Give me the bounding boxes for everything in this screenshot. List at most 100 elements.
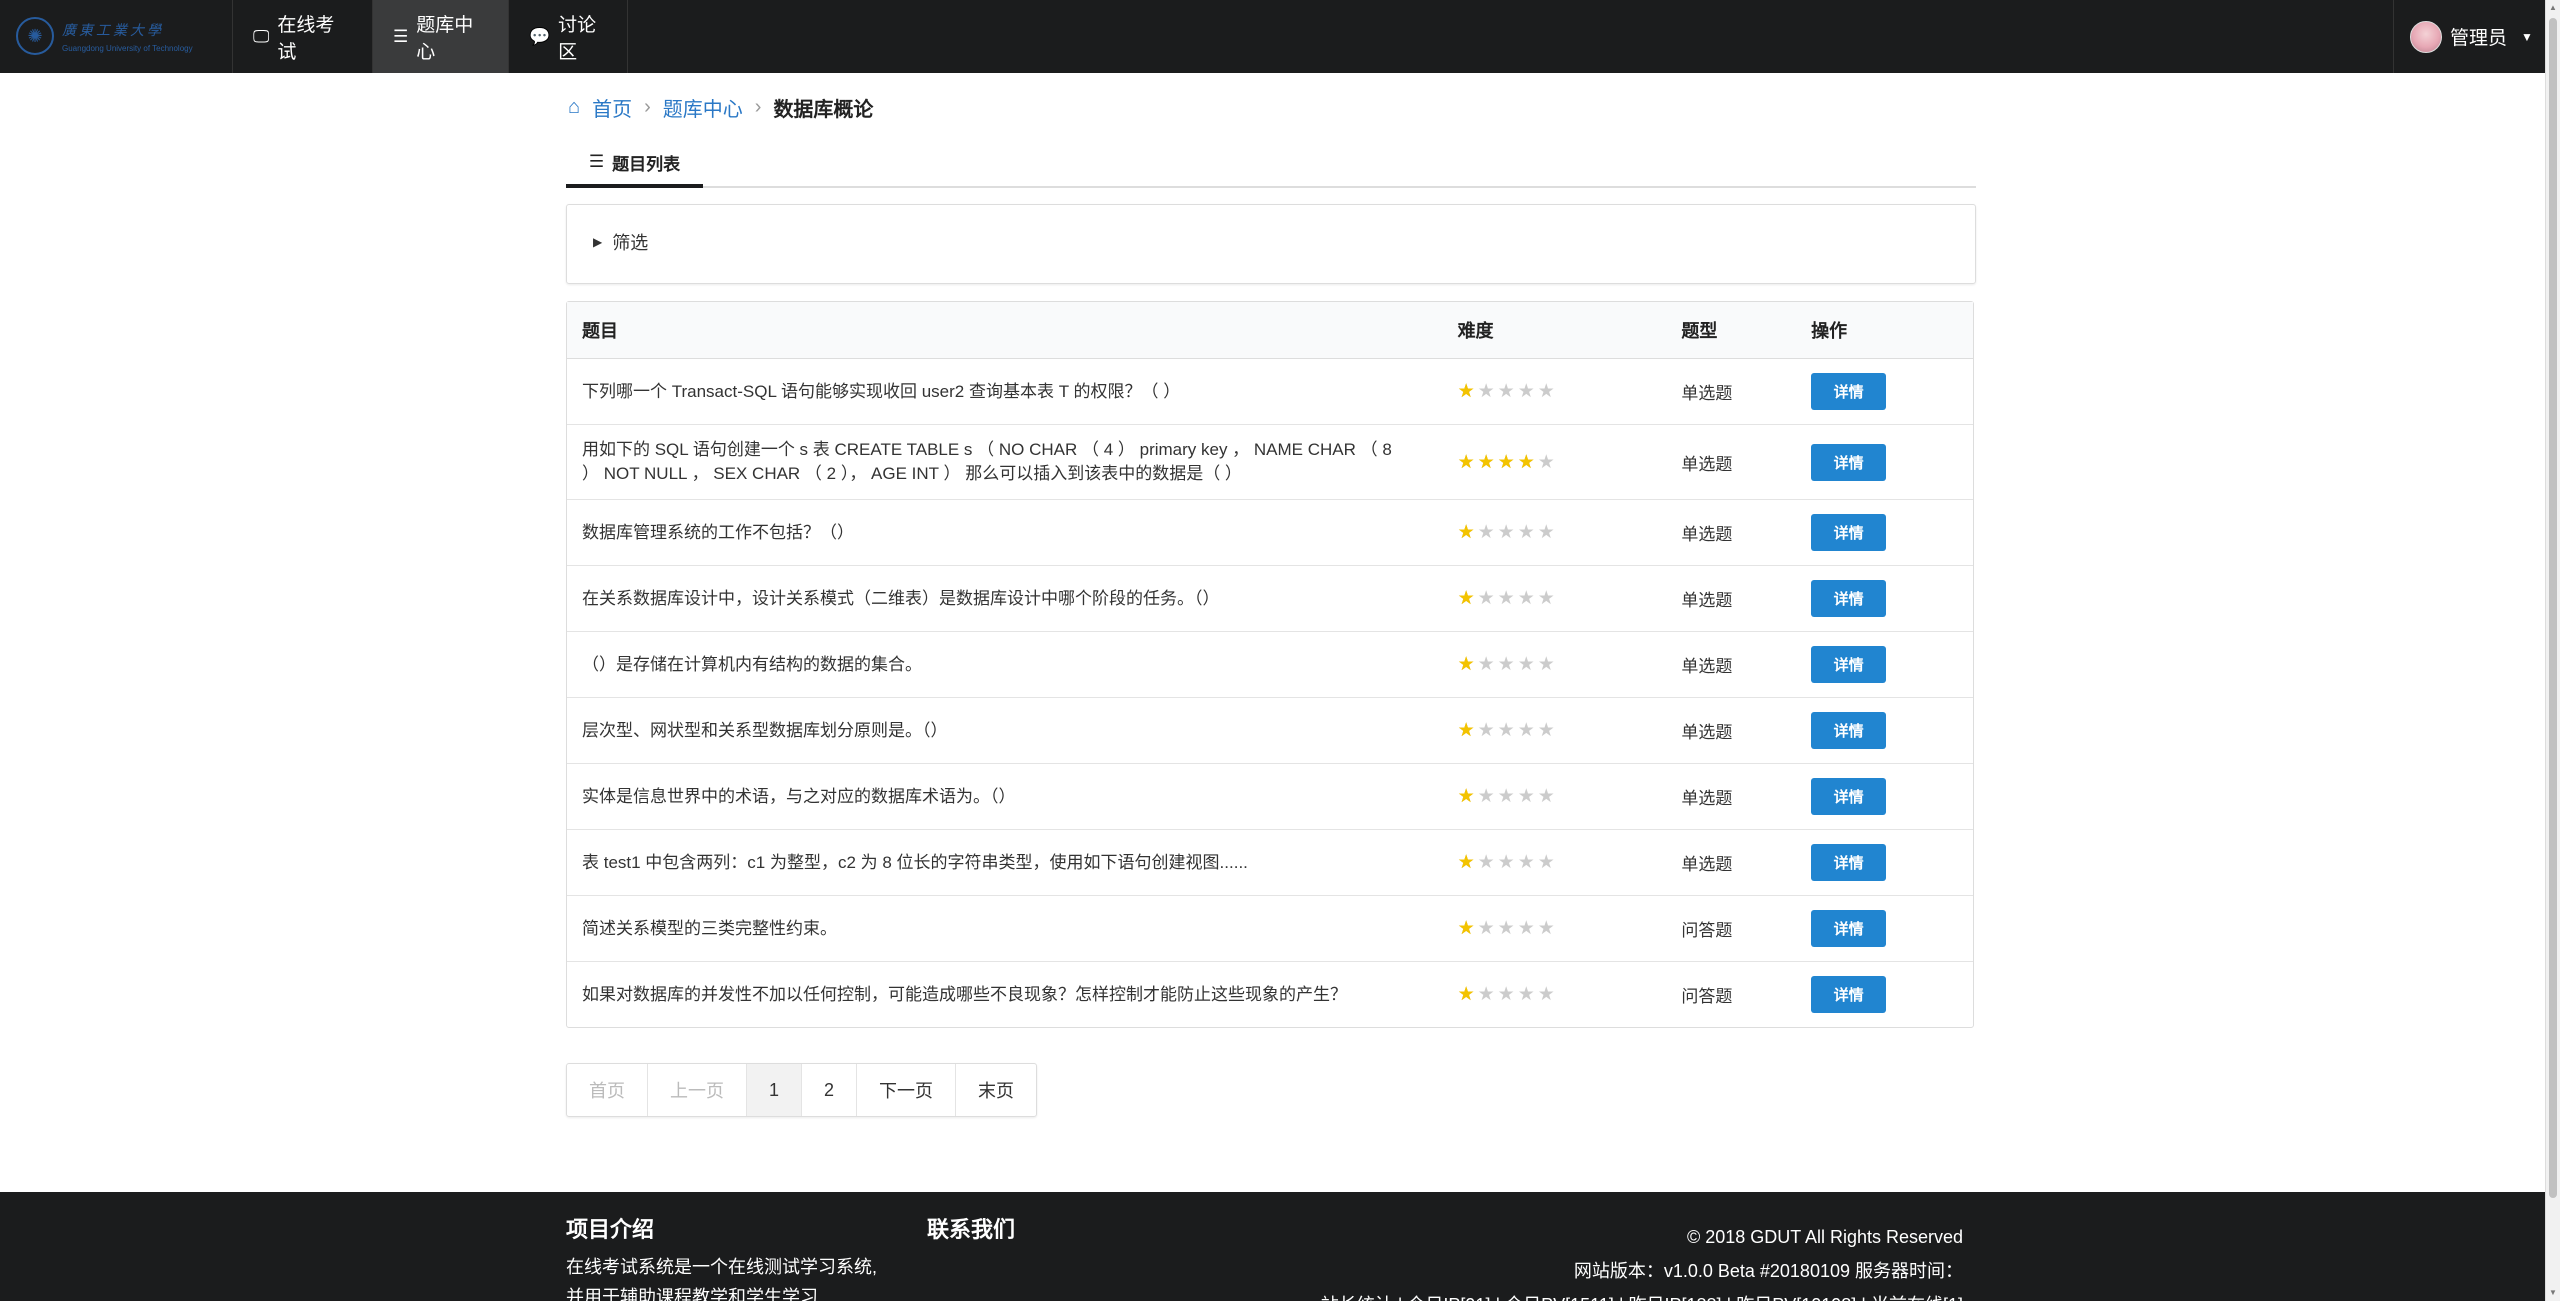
- nav-item-question-bank[interactable]: ☰ 题库中心: [372, 0, 508, 73]
- star-icon: ★: [1477, 984, 1495, 1005]
- action-cell: 详情: [1796, 961, 1973, 1027]
- difficulty-rating: ★ ★ ★ ★ ★: [1458, 523, 1667, 542]
- star-icon: ★: [1477, 786, 1495, 807]
- breadcrumb-home-link[interactable]: 首页: [592, 93, 632, 122]
- action-cell: 详情: [1796, 631, 1973, 698]
- star-icon: ★: [1517, 522, 1535, 543]
- question-type: 单选题: [1666, 829, 1797, 896]
- filter-toggle[interactable]: ▶ 筛选: [593, 229, 648, 255]
- logo-subtext: Guangdong University of Technology: [62, 43, 193, 53]
- action-cell: 详情: [1796, 499, 1973, 566]
- scroll-down-arrow-icon[interactable]: ▼: [2546, 1285, 2560, 1301]
- footer-stats: 站长统计 | 今日IP[91] | 今日PV[1511] | 昨日IP[188]…: [1321, 1288, 1963, 1301]
- nav-item-forum[interactable]: 💬 讨论区: [508, 0, 628, 73]
- page-last[interactable]: 末页: [956, 1064, 1036, 1116]
- header-action: 操作: [1796, 302, 1973, 359]
- action-cell: 详情: [1796, 697, 1973, 764]
- question-type: 单选题: [1666, 358, 1797, 425]
- question-type: 问答题: [1666, 961, 1797, 1027]
- pagination: 首页 上一页 1 2 下一页 末页: [566, 1063, 1038, 1117]
- difficulty-rating: ★ ★ ★ ★ ★: [1458, 589, 1667, 608]
- question-cell: （）是存储在计算机内有结构的数据的集合。: [567, 631, 1443, 698]
- tab-bar: ☰ 题目列表: [566, 140, 1976, 188]
- star-icon: ★: [1497, 381, 1515, 402]
- detail-button[interactable]: 详情: [1811, 778, 1887, 815]
- star-icon: ★: [1517, 786, 1535, 807]
- page-prev: 上一页: [648, 1064, 747, 1116]
- tab-question-list[interactable]: ☰ 题目列表: [566, 140, 703, 188]
- page-1[interactable]: 1: [747, 1064, 803, 1116]
- user-menu[interactable]: 管理员 ▼: [2393, 0, 2545, 73]
- difficulty-cell: ★ ★ ★ ★ ★: [1442, 424, 1667, 500]
- difficulty-rating: ★ ★ ★ ★ ★: [1458, 853, 1667, 872]
- question-cell: 层次型、网状型和关系型数据库划分原则是。（）: [567, 697, 1443, 764]
- nav-item-label: 题库中心: [416, 14, 474, 63]
- action-cell: 详情: [1796, 424, 1973, 500]
- chevron-right-icon: ›: [754, 95, 762, 118]
- table-row: 用如下的 SQL 语句创建一个 s 表 CREATE TABLE s （ NO …: [567, 424, 1973, 500]
- scroll-thumb[interactable]: [2549, 18, 2557, 1198]
- table-row: 数据库管理系统的工作不包括？（） ★ ★ ★ ★ ★ 单选题 详情: [567, 499, 1973, 566]
- breadcrumb: ⌂ 首页 › 题库中心 › 数据库概论: [568, 92, 873, 122]
- star-icon: ★: [1497, 984, 1515, 1005]
- star-icon: ★: [1477, 852, 1495, 873]
- table-row: 简述关系模型的三类完整性约束。 ★ ★ ★ ★ ★ 问答题 详情: [567, 895, 1973, 962]
- question-type: 单选题: [1666, 631, 1797, 698]
- table-row: 如果对数据库的并发性不加以任何控制，可能造成哪些不良现象？怎样控制才能防止这些现…: [567, 961, 1973, 1027]
- detail-button[interactable]: 详情: [1811, 646, 1887, 683]
- user-name: 管理员: [2450, 28, 2508, 49]
- chevron-right-icon: ›: [644, 95, 651, 118]
- detail-button[interactable]: 详情: [1811, 443, 1887, 481]
- star-icon: ★: [1497, 852, 1515, 873]
- table-row: 下列哪一个 Transact-SQL 语句能够实现收回 user2 查询基本表 …: [567, 358, 1973, 425]
- star-icon: ★: [1457, 451, 1475, 473]
- action-cell: 详情: [1796, 829, 1973, 896]
- star-icon: ★: [1537, 786, 1555, 807]
- nav-item-online-exam[interactable]: 🖵 在线考试: [232, 0, 372, 73]
- breadcrumb-center-link[interactable]: 题库中心: [663, 93, 743, 122]
- star-icon: ★: [1537, 918, 1555, 939]
- star-icon: ★: [1497, 654, 1515, 675]
- page-2[interactable]: 2: [802, 1064, 858, 1116]
- detail-button[interactable]: 详情: [1811, 976, 1887, 1013]
- detail-button[interactable]: 详情: [1811, 844, 1887, 881]
- page-scrollbar[interactable]: ▲ ▼: [2545, 0, 2560, 1301]
- difficulty-cell: ★ ★ ★ ★ ★: [1442, 829, 1667, 896]
- detail-button[interactable]: 详情: [1811, 580, 1887, 617]
- scroll-up-arrow-icon[interactable]: ▲: [2546, 0, 2560, 16]
- footer-version: 网站版本：v1.0.0 Beta #20180109 服务器时间：: [1573, 1261, 1963, 1281]
- difficulty-cell: ★ ★ ★ ★ ★: [1442, 763, 1667, 830]
- star-icon: ★: [1517, 852, 1535, 873]
- question-type: 单选题: [1666, 697, 1797, 764]
- question-text: 表 test1 中包含两列：c1 为整型，c2 为 8 位长的字符串类型，使用如…: [582, 852, 1248, 872]
- page-next[interactable]: 下一页: [857, 1064, 957, 1116]
- action-cell: 详情: [1796, 763, 1973, 830]
- star-icon: ★: [1457, 852, 1475, 873]
- action-cell: 详情: [1796, 358, 1973, 425]
- header-type: 题型: [1666, 302, 1797, 359]
- star-icon: ★: [1477, 588, 1495, 609]
- avatar: [2410, 20, 2442, 53]
- star-icon: ★: [1457, 381, 1475, 402]
- question-type: 单选题: [1666, 424, 1797, 500]
- question-text: 数据库管理系统的工作不包括？（）: [582, 522, 854, 542]
- star-icon: ★: [1537, 381, 1555, 402]
- footer-info: © 2018 GDUT All Rights Reserved 网站版本：v1.…: [1321, 1220, 1963, 1301]
- star-icon: ★: [1497, 786, 1515, 807]
- question-text: 如果对数据库的并发性不加以任何控制，可能造成哪些不良现象？怎样控制才能防止这些现…: [582, 984, 1347, 1004]
- university-logo[interactable]: ✺ 廣東工業大學 Guangdong University of Technol…: [16, 12, 206, 60]
- detail-button[interactable]: 详情: [1811, 910, 1887, 947]
- difficulty-cell: ★ ★ ★ ★ ★: [1442, 499, 1667, 566]
- star-icon: ★: [1477, 451, 1495, 473]
- star-icon: ★: [1517, 381, 1535, 402]
- difficulty-rating: ★ ★ ★ ★ ★: [1458, 919, 1667, 938]
- detail-button[interactable]: 详情: [1811, 712, 1887, 749]
- detail-button[interactable]: 详情: [1811, 514, 1887, 551]
- question-text: （）是存储在计算机内有结构的数据的集合。: [582, 654, 922, 674]
- detail-button[interactable]: 详情: [1811, 373, 1887, 410]
- star-icon: ★: [1477, 381, 1495, 402]
- filter-label: 筛选: [612, 233, 649, 253]
- star-icon: ★: [1457, 522, 1475, 543]
- star-icon: ★: [1497, 588, 1515, 609]
- question-cell: 用如下的 SQL 语句创建一个 s 表 CREATE TABLE s （ NO …: [567, 424, 1443, 500]
